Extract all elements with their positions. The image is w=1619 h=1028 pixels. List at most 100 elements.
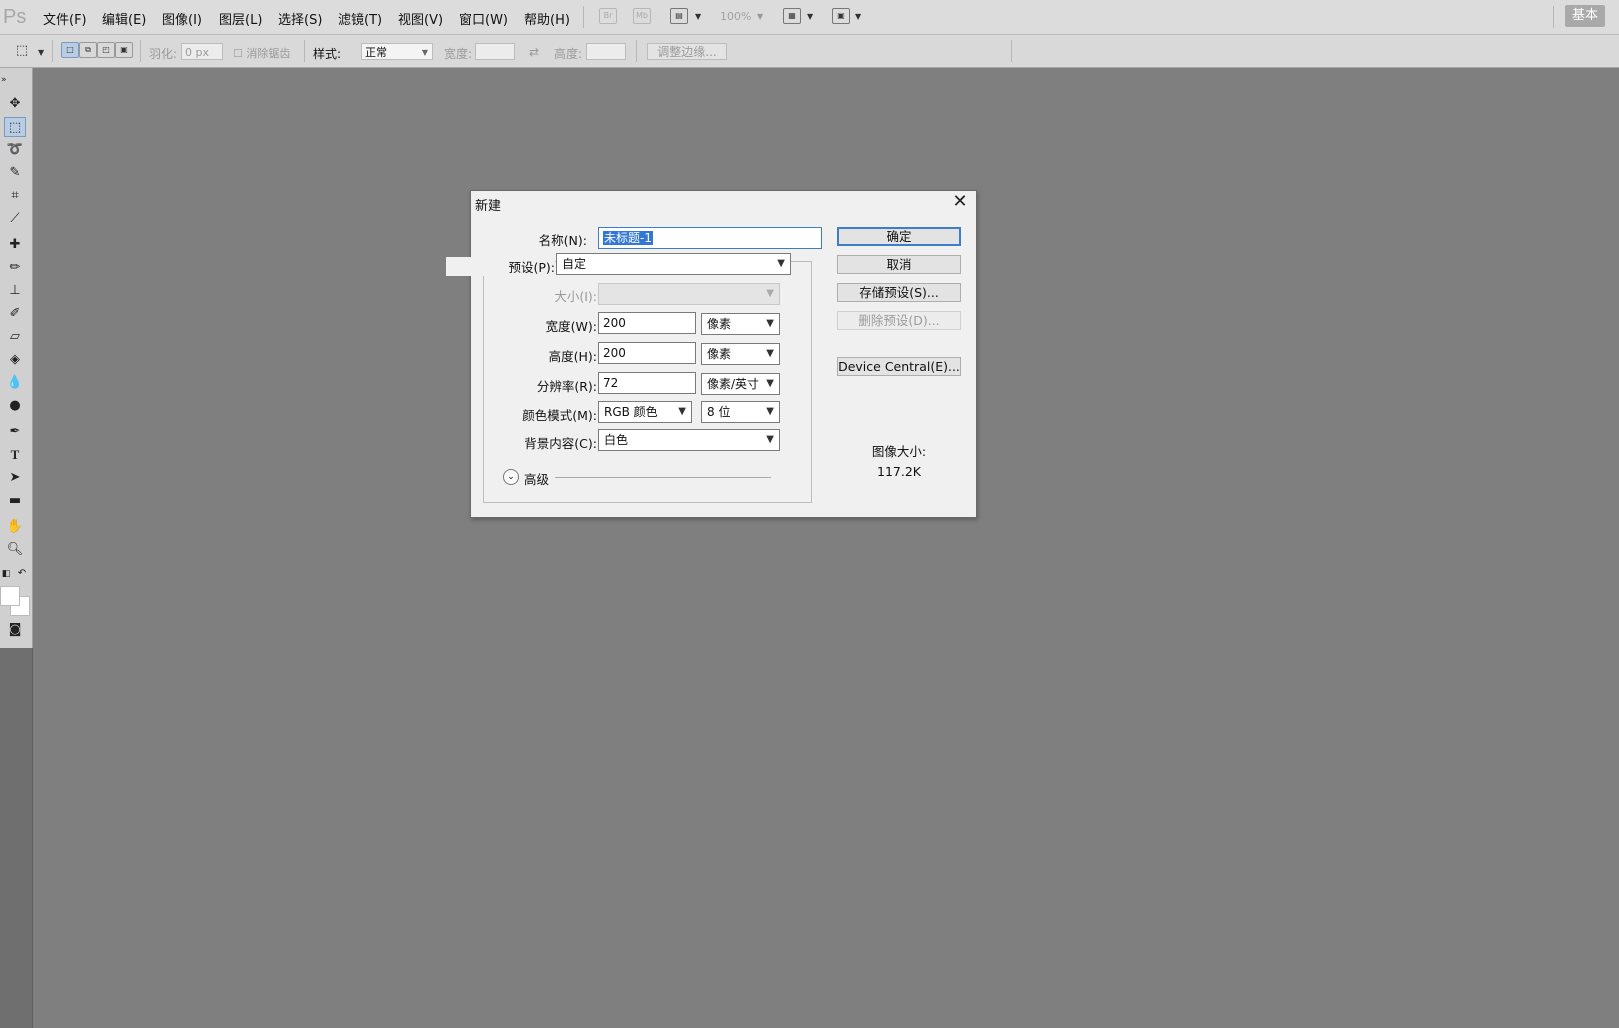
- swap-icon[interactable]: ⇄: [529, 45, 539, 59]
- rectangle-tool-icon[interactable]: ▬: [4, 491, 26, 511]
- marquee-tool-icon[interactable]: ⬚: [4, 117, 26, 137]
- options-bar: ⬚ ▼ □ ⧉ ◰ ▣ 羽化: 0 px ☐ 消除锯齿 样式: 正常 ▼ 宽度: …: [0, 35, 1619, 68]
- options-separator: [636, 40, 637, 62]
- workspace-button[interactable]: 基本: [1565, 5, 1605, 27]
- eraser-tool-icon[interactable]: ▱: [4, 327, 26, 347]
- height-label: 高度(H):: [548, 349, 597, 364]
- paint-bucket-tool-icon[interactable]: ◈: [4, 350, 26, 370]
- chevron-down-icon: ▼: [766, 288, 774, 299]
- preset-value: 自定: [562, 257, 587, 271]
- eyedropper-tool-icon[interactable]: ⟋: [4, 209, 26, 229]
- zoom-level[interactable]: 100%: [720, 10, 751, 23]
- refine-edge-button[interactable]: 调整边缘...: [647, 43, 727, 60]
- blur-tool-icon[interactable]: 💧: [4, 373, 26, 393]
- save-preset-button[interactable]: 存储预设(S)...: [837, 283, 961, 302]
- resolution-input[interactable]: 72: [598, 372, 696, 394]
- pen-tool-icon[interactable]: ✒: [4, 422, 26, 442]
- style-value: 正常: [365, 46, 387, 59]
- style-label: 样式:: [313, 47, 342, 61]
- chevron-down-icon[interactable]: ▼: [695, 12, 701, 21]
- quick-mask-icon[interactable]: ◙: [4, 620, 26, 640]
- resolution-unit-select[interactable]: 像素/英寸 ▼: [701, 373, 780, 395]
- intersect-selection-icon[interactable]: ▣: [115, 42, 133, 58]
- menu-view[interactable]: 视图(V): [398, 9, 443, 28]
- subtract-selection-icon[interactable]: ◰: [97, 42, 115, 58]
- close-icon[interactable]: ✕: [950, 191, 970, 212]
- add-selection-icon[interactable]: ⧉: [79, 42, 97, 58]
- chevron-down-icon[interactable]: ▼: [757, 12, 763, 21]
- chevron-down-icon[interactable]: ▼: [807, 12, 813, 21]
- antialias-checkbox-label[interactable]: ☐ 消除锯齿: [233, 45, 290, 61]
- menu-edit[interactable]: 编辑(E): [102, 9, 146, 28]
- style-select[interactable]: 正常 ▼: [361, 43, 433, 60]
- preset-select[interactable]: 自定 ▼: [556, 253, 791, 275]
- width-unit-select[interactable]: 像素 ▼: [701, 313, 780, 335]
- background-contents-label: 背景内容(C):: [524, 436, 597, 451]
- advanced-label[interactable]: 高级: [524, 469, 549, 488]
- chevron-down-icon: ▼: [678, 406, 686, 417]
- name-input[interactable]: 未标题-1: [598, 227, 822, 249]
- lasso-tool-icon[interactable]: ➰: [4, 140, 26, 160]
- zoom-tool-icon[interactable]: 🔍︎: [4, 540, 26, 560]
- background-contents-select[interactable]: 白色 ▼: [598, 429, 780, 451]
- chevron-down-icon[interactable]: ▼: [855, 12, 861, 21]
- chevron-down-icon: ▼: [766, 318, 774, 329]
- width-label: 宽度:: [444, 47, 473, 61]
- color-mode-select[interactable]: RGB 颜色 ▼: [598, 401, 692, 423]
- menu-help[interactable]: 帮助(H): [524, 9, 570, 28]
- menu-layer[interactable]: 图层(L): [219, 9, 262, 28]
- height-label: 高度:: [554, 47, 583, 61]
- width-input[interactable]: 200: [598, 312, 696, 334]
- screen-mode-icon[interactable]: ▣: [832, 8, 850, 24]
- view-extras-icon[interactable]: ▤: [670, 8, 688, 24]
- cancel-button[interactable]: 取消: [837, 255, 961, 274]
- height-unit-select[interactable]: 像素 ▼: [701, 343, 780, 365]
- tools-panel: » ✥ ⬚ ➰ ✎ ⌗ ⟋ ✚ ✏ ⊥ ✐ ▱ ◈ 💧 ● ✒ T ➤ ▬ ✋ …: [0, 68, 33, 648]
- chevron-down-icon: ▼: [421, 48, 428, 57]
- chevron-down-icon[interactable]: ▼: [38, 48, 44, 57]
- height-input[interactable]: 200: [598, 342, 696, 364]
- bridge-launch-icon[interactable]: Br: [599, 8, 617, 24]
- move-tool-icon[interactable]: ✥: [4, 94, 26, 114]
- path-selection-tool-icon[interactable]: ➤: [4, 468, 26, 488]
- quick-selection-tool-icon[interactable]: ✎: [4, 163, 26, 183]
- crop-tool-icon[interactable]: ⌗: [4, 186, 26, 206]
- name-label: 名称(N):: [538, 233, 587, 248]
- menu-select[interactable]: 选择(S): [278, 9, 322, 28]
- options-separator: [304, 40, 305, 62]
- preset-label: 预设(P):: [446, 257, 555, 276]
- healing-brush-tool-icon[interactable]: ✚: [4, 235, 26, 255]
- color-mode-value: RGB 颜色: [604, 405, 658, 419]
- dodge-tool-icon[interactable]: ●: [4, 396, 26, 416]
- width-input[interactable]: [475, 43, 515, 60]
- image-size-value: 117.2K: [877, 464, 921, 479]
- image-size-label: 图像大小:: [871, 444, 927, 459]
- options-separator: [140, 40, 141, 62]
- device-central-button[interactable]: Device Central(E)...: [837, 357, 961, 376]
- expand-advanced-icon[interactable]: ⌄: [503, 469, 519, 485]
- ok-button[interactable]: 确定: [837, 227, 961, 246]
- height-input[interactable]: [586, 43, 626, 60]
- feather-input[interactable]: 0 px: [181, 43, 223, 60]
- foreground-color-swatch[interactable]: [0, 586, 20, 606]
- hand-tool-icon[interactable]: ✋: [4, 517, 26, 537]
- delete-preset-button[interactable]: 删除预设(D)...: [837, 311, 961, 330]
- swap-colors-icon[interactable]: ↶: [16, 564, 28, 584]
- bit-depth-select[interactable]: 8 位 ▼: [701, 401, 780, 423]
- new-document-dialog: 新建 ✕ 名称(N): 未标题-1 预设(P): 自定 ▼ 大小(I): ▼ 宽度…: [446, 190, 977, 518]
- clone-stamp-tool-icon[interactable]: ⊥: [4, 281, 26, 301]
- arrange-documents-icon[interactable]: ▦: [783, 8, 801, 24]
- type-tool-icon[interactable]: T: [4, 445, 26, 465]
- size-select[interactable]: ▼: [598, 283, 780, 305]
- menu-file[interactable]: 文件(F): [43, 9, 87, 28]
- minibridge-launch-icon[interactable]: Mb: [633, 8, 651, 24]
- history-brush-tool-icon[interactable]: ✐: [4, 304, 26, 324]
- default-colors-icon[interactable]: ◧: [0, 564, 12, 584]
- new-selection-icon[interactable]: □: [61, 42, 79, 58]
- brush-tool-icon[interactable]: ✏: [4, 258, 26, 278]
- marquee-preset-icon[interactable]: ⬚: [12, 41, 32, 61]
- menu-image[interactable]: 图像(I): [162, 9, 202, 28]
- menu-window[interactable]: 窗口(W): [459, 9, 508, 28]
- collapse-panel-icon[interactable]: »: [1, 70, 23, 90]
- menu-filter[interactable]: 滤镜(T): [338, 9, 382, 28]
